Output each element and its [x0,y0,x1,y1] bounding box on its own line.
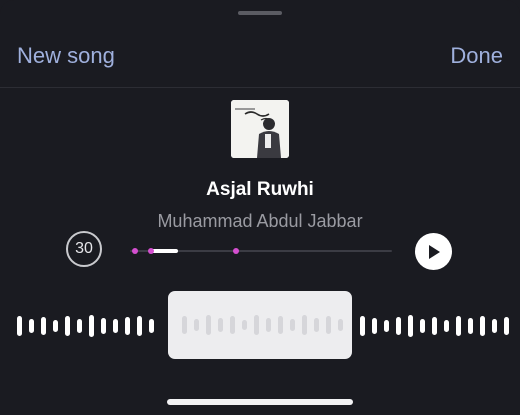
waveform-bar [408,315,413,337]
waveform-bar [113,319,118,333]
new-song-button[interactable]: New song [17,43,115,69]
song-title: Asjal Ruwhi [206,179,314,200]
waveform-bar [149,319,154,333]
playback-scrubber[interactable] [130,248,392,254]
waveform-bar [53,320,58,332]
waveform-bar [242,320,247,330]
waveform-bar [125,317,130,335]
waveform-bar [206,315,211,335]
waveform-bar [504,317,509,335]
waveform-bar [326,316,331,334]
waveform-bar [384,320,389,332]
waveform-bar [420,319,425,333]
header-divider [0,87,520,88]
waveform-bar [89,315,94,337]
waveform-bar [230,316,235,334]
clip-selection-window[interactable] [168,291,352,359]
waveform-bar [432,317,437,335]
done-button[interactable]: Done [450,43,503,69]
clip-start-marker[interactable] [132,248,138,254]
playhead-marker[interactable] [148,248,154,254]
waveform-bar [254,315,259,335]
waveform-bar [396,317,401,335]
song-picker-sheet: New song Done Asjal Ruwhi Muhammad Abdul… [0,0,520,415]
waveform-bar [492,319,497,333]
artist-name: Muhammad Abdul Jabbar [157,211,363,231]
waveform-bar [290,319,295,331]
sheet-grabber[interactable] [238,11,282,15]
waveform-bar [372,318,377,334]
waveform-bar [41,317,46,335]
waveform-bar [17,316,22,336]
waveform-bar [77,319,82,333]
waveform-bar [360,316,365,336]
clip-end-marker[interactable] [233,248,239,254]
waveform-bar [456,316,461,336]
waveform-bar [194,319,199,331]
waveform-bar [302,315,307,335]
waveform-bar [137,316,142,336]
home-indicator[interactable] [167,399,353,405]
waveform-bar [338,319,343,331]
album-artwork [231,100,289,158]
waveform-bar [480,316,485,336]
waveform-bar [218,318,223,332]
waveform-bar [278,316,283,334]
play-button[interactable] [415,233,452,270]
waveform-bar [101,318,106,334]
play-icon [428,244,440,259]
waveform-bar [182,316,187,334]
waveform-bar [314,318,319,332]
waveform-bar [29,319,34,333]
waveform-bar [266,318,271,332]
playback-progress [150,249,178,253]
skip-back-30-button[interactable]: 30 [66,231,102,267]
waveform-bar [65,316,70,336]
waveform-bar [468,318,473,334]
waveform-bar [444,320,449,332]
skip-back-label: 30 [75,240,93,257]
